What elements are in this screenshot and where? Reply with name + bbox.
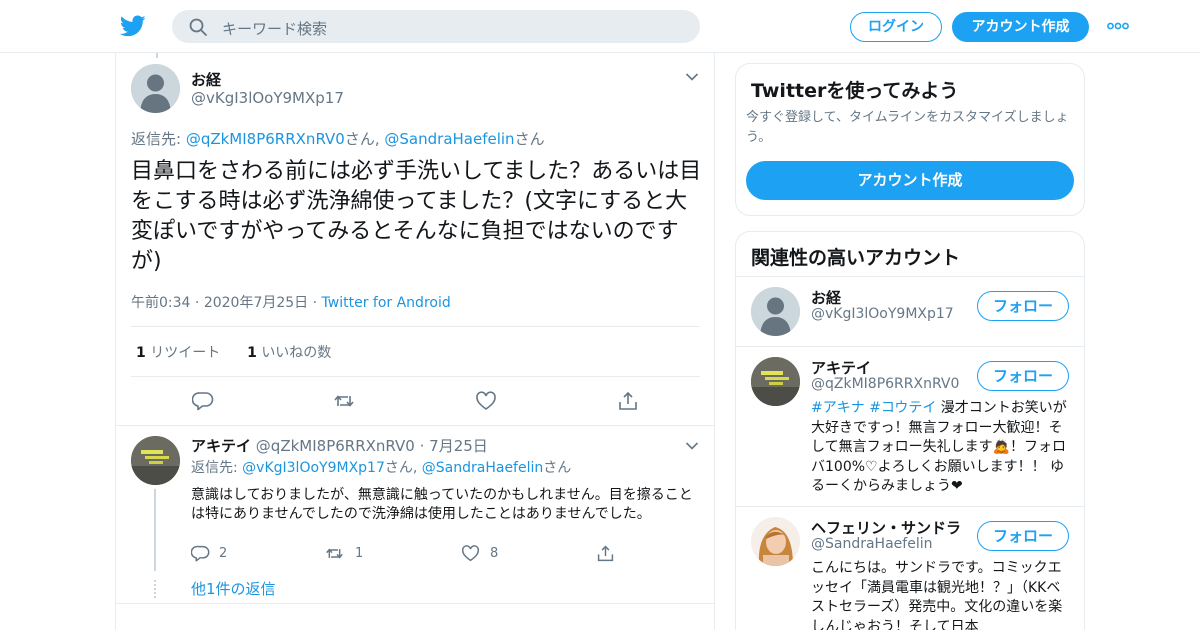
like-label: いいねの数 [261, 345, 332, 361]
divider [736, 276, 1084, 277]
thread-connector [154, 489, 156, 571]
reply-to-suffix: さん [514, 130, 545, 148]
hashtag-link[interactable]: #アキナ [811, 400, 865, 416]
chevron-down-icon[interactable] [685, 441, 699, 451]
tweet-time[interactable]: 午前0:34 [131, 295, 190, 311]
thread-dots [154, 580, 156, 598]
tweet-text: 目鼻口をさわる前には必ず手洗いしてました？あるいは目をこする時は必ず洗浄綿使って… [131, 159, 702, 274]
reply-date[interactable]: 7月25日 [429, 437, 488, 455]
signup-prompt-card: Twitterを使ってみよう 今すぐ登録して、タイムラインをカスタマイズしましょ… [735, 63, 1085, 216]
divider [116, 425, 714, 426]
signup-button[interactable]: アカウント作成 [746, 161, 1074, 200]
tweet-metadata: 午前0:34 · 2020年7月25日 · Twitter for Androi… [131, 292, 451, 312]
like-stat[interactable]: 1 いいねの数 [247, 345, 331, 361]
separator-dot: · [419, 437, 425, 455]
divider [116, 603, 714, 604]
search-input[interactable]: キーワード検索 [172, 10, 700, 43]
like-heart-icon[interactable] [461, 544, 480, 563]
reply-icon[interactable] [192, 390, 214, 412]
card-title: Twitterを使ってみよう [751, 80, 959, 102]
account-handle[interactable]: @vKgI3lOoY9MXp17 [811, 306, 954, 322]
follow-button[interactable]: フォロー [977, 361, 1069, 391]
login-button[interactable]: ログイン [850, 12, 942, 42]
retweet-label: リツイート [150, 345, 221, 361]
retweet-count: 1 [355, 546, 364, 561]
account-handle[interactable]: @SandraHaefelin [811, 536, 932, 552]
top-navigation-bar: キーワード検索 ログイン アカウント作成 [0, 0, 1200, 53]
share-icon[interactable] [596, 544, 615, 563]
tweet-date[interactable]: 2020年7月25日 [204, 295, 308, 311]
account-name[interactable]: お経 [811, 287, 841, 308]
reply-to-suffix: さん, [344, 130, 385, 148]
related-accounts-card: 関連性の高いアカウント お経 @vKgI3lOoY9MXp17 フォロー アキテ… [735, 231, 1085, 630]
like-heart-icon[interactable] [475, 390, 497, 412]
divider [736, 506, 1084, 507]
chevron-down-icon[interactable] [685, 72, 699, 82]
reply-to-line: 返信先: @qZkMI8P6RRXnRV0さん, @SandraHaefelin… [131, 128, 545, 149]
account-bio: #アキナ #コウテイ 漫才コントお笑いが大好きですっ！無言フォロー大歓迎！そして… [811, 399, 1071, 497]
separator-dot: · [312, 295, 318, 311]
profile-photo [751, 517, 800, 566]
mention-link[interactable]: @SandraHaefelin [384, 130, 514, 148]
separator-dot: · [194, 295, 200, 311]
like-count: 1 [247, 345, 257, 361]
default-avatar-icon [131, 64, 180, 113]
mention-link[interactable]: @qZkMI8P6RRXnRV0 [186, 130, 345, 148]
twitter-bird-logo-icon[interactable] [120, 13, 146, 39]
card-title: 関連性の高いアカウント [751, 247, 961, 269]
account-name[interactable]: ヘフェリン・サンドラ [811, 517, 961, 538]
reply-author-name[interactable]: アキテイ [191, 437, 251, 455]
retweet-icon[interactable] [333, 390, 355, 412]
reply-count: 2 [219, 546, 228, 561]
follow-button[interactable]: フォロー [977, 521, 1069, 551]
tweet-stats: 1 リツイート 1 いいねの数 [136, 342, 331, 362]
reply-to-suffix: さん, [384, 460, 422, 476]
profile-photo [751, 357, 800, 406]
avatar[interactable] [751, 287, 800, 336]
mention-link[interactable]: @SandraHaefelin [422, 460, 543, 476]
share-icon[interactable] [617, 390, 639, 412]
reply-to-prefix: 返信先: [131, 130, 186, 148]
reply-to-suffix: さん [543, 460, 572, 476]
account-name[interactable]: アキテイ [811, 357, 871, 378]
mention-link[interactable]: @vKgI3lOoY9MXp17 [242, 460, 385, 476]
avatar[interactable] [751, 357, 800, 406]
account-bio: こんにちは。サンドラです。コミックエッセイ「満員電車は観光地！？」（KKベストセ… [811, 560, 1063, 630]
signup-button[interactable]: アカウント作成 [952, 12, 1089, 42]
avatar[interactable] [751, 517, 800, 566]
reply-header: アキテイ @qZkMI8P6RRXnRV0 · 7月25日 [191, 435, 488, 456]
like-count: 8 [490, 546, 499, 561]
tweet-detail-column: お経 @vKgI3lOoY9MXp17 返信先: @qZkMI8P6RRXnRV… [115, 53, 715, 630]
reply-icon[interactable] [191, 544, 210, 563]
divider [131, 376, 700, 377]
avatar[interactable] [131, 436, 180, 485]
thread-connector [156, 53, 158, 58]
account-handle[interactable]: @qZkMI8P6RRXnRV0 [811, 376, 959, 392]
hashtag-link[interactable]: #コウテイ [869, 400, 936, 416]
profile-photo [131, 436, 180, 485]
divider [736, 346, 1084, 347]
follow-button[interactable]: フォロー [977, 291, 1069, 321]
search-placeholder: キーワード検索 [222, 20, 328, 38]
avatar[interactable] [131, 64, 180, 113]
reply-to-prefix: 返信先: [191, 460, 243, 476]
card-description: 今すぐ登録して、タイムラインをカスタマイズしましょう。 [746, 110, 1069, 145]
reply-text: 意識はしておりましたが、無意識に触っていたのかもしれません。目を擦ることは特にあ… [191, 487, 693, 522]
more-replies-link[interactable]: 他1件の返信 [191, 578, 276, 599]
default-avatar-icon [751, 287, 800, 336]
reply-author-handle[interactable]: @qZkMI8P6RRXnRV0 [256, 437, 415, 455]
retweet-stat[interactable]: 1 リツイート [136, 345, 220, 361]
reply-to-line: 返信先: @vKgI3lOoY9MXp17さん, @SandraHaefelin… [191, 457, 571, 477]
more-options-icon[interactable] [1107, 19, 1129, 33]
divider [131, 326, 700, 327]
tweet-source-link[interactable]: Twitter for Android [322, 295, 451, 311]
retweet-icon[interactable] [325, 544, 344, 563]
retweet-count: 1 [136, 345, 146, 361]
tweet-author-name[interactable]: お経 [191, 69, 221, 90]
tweet-author-handle[interactable]: @vKgI3lOoY9MXp17 [191, 89, 344, 107]
search-icon [189, 18, 207, 36]
